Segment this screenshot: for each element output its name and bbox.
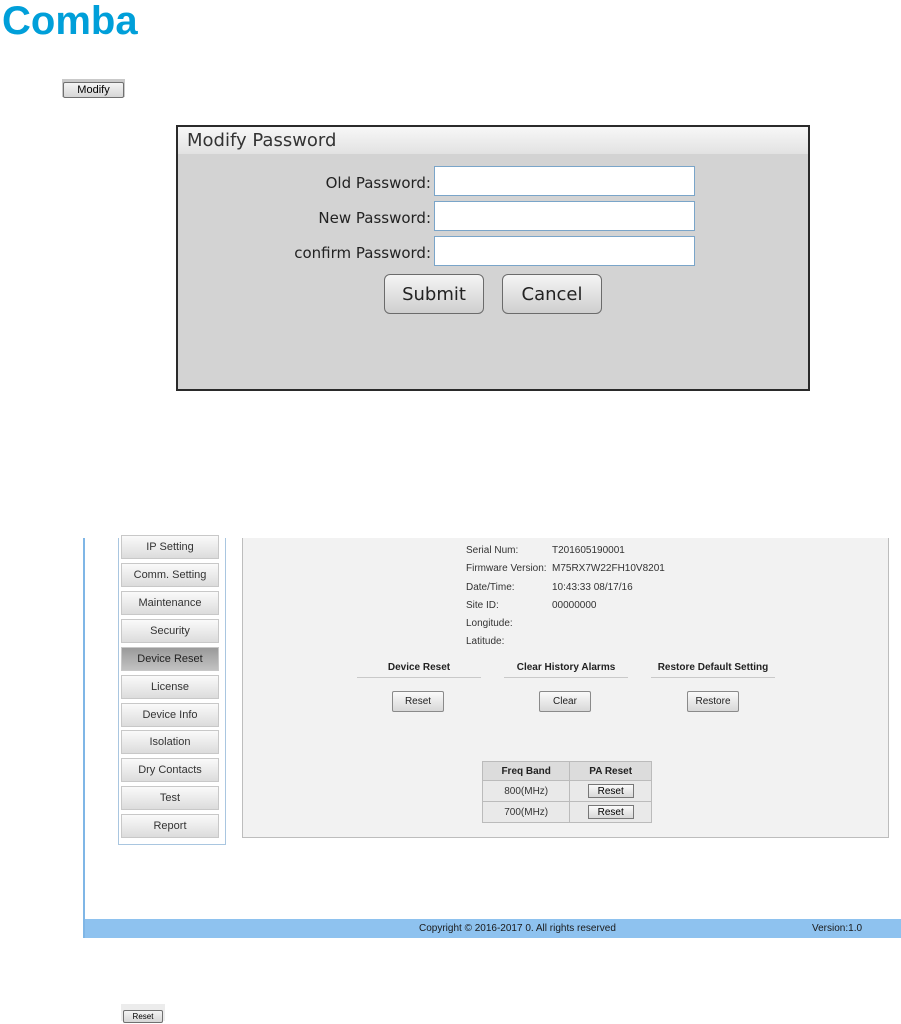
pa-reset-header: PA Reset	[569, 761, 652, 781]
site-id-label: Site ID:	[466, 600, 499, 611]
sidebar-item-comm-setting[interactable]: Comm. Setting	[121, 563, 219, 587]
restore-default-heading: Restore Default Setting	[651, 662, 775, 678]
table-header-row: Freq Band PA Reset	[481, 761, 652, 781]
pa-reset-800-button[interactable]: Reset	[587, 784, 634, 798]
submit-button[interactable]: Submit	[384, 274, 484, 314]
footer-bar: Copyright © 2016-2017 0. All rights rese…	[85, 919, 901, 938]
restore-default-button[interactable]: Restore	[687, 691, 739, 712]
freq-band-cell: 700(MHz)	[481, 801, 571, 823]
reset-button[interactable]: Reset	[123, 1010, 163, 1023]
version-text: Version:1.0	[812, 923, 863, 934]
table-row: 700(MHz) Reset	[481, 801, 652, 823]
modify-button-frame: Modify	[62, 79, 125, 98]
modify-password-dialog: Modify Password Old Password: New Passwo…	[176, 125, 810, 391]
sidebar-item-ip-setting[interactable]: IP Setting	[121, 535, 219, 559]
serial-num-value: T201605190001	[552, 545, 625, 556]
sidebar-item-device-info[interactable]: Device Info	[121, 703, 219, 727]
pa-reset-table: Freq Band PA Reset 800(MHz) Reset 700(MH…	[481, 761, 652, 823]
old-password-input[interactable]	[434, 166, 695, 196]
device-web-ui: IP Setting Comm. Setting Maintenance Sec…	[83, 535, 901, 938]
freq-band-header: Freq Band	[481, 761, 571, 781]
firmware-version-value: M75RX7W22FH10V8201	[552, 563, 665, 574]
sidebar-item-security[interactable]: Security	[121, 619, 219, 643]
new-password-input[interactable]	[434, 201, 695, 231]
sidebar-item-maintenance[interactable]: Maintenance	[121, 591, 219, 615]
latitude-label: Latitude:	[466, 636, 505, 647]
freq-band-cell: 800(MHz)	[481, 780, 571, 802]
sidebar-menu: IP Setting Comm. Setting Maintenance Sec…	[118, 535, 226, 845]
table-row: 800(MHz) Reset	[481, 780, 652, 802]
sidebar-item-report[interactable]: Report	[121, 814, 219, 838]
site-id-value: 00000000	[552, 600, 597, 611]
pa-reset-cell: Reset	[569, 780, 652, 802]
cancel-button[interactable]: Cancel	[502, 274, 602, 314]
old-password-label: Old Password:	[325, 174, 431, 192]
longitude-label: Longitude:	[466, 618, 513, 629]
sidebar-item-device-reset[interactable]: Device Reset	[121, 647, 219, 671]
sidebar-item-dry-contacts[interactable]: Dry Contacts	[121, 758, 219, 782]
date-time-value: 10:43:33 08/17/16	[552, 582, 633, 593]
sidebar-item-license[interactable]: License	[121, 675, 219, 699]
firmware-version-label: Firmware Version:	[466, 563, 547, 574]
comba-logo: Comba	[2, 0, 138, 43]
dialog-title: Modify Password	[187, 130, 337, 151]
serial-num-label: Serial Num:	[466, 545, 519, 556]
dialog-header: Modify Password	[178, 127, 808, 154]
date-time-label: Date/Time:	[466, 582, 515, 593]
logo-text: Comba	[2, 0, 138, 43]
device-reset-heading: Device Reset	[357, 662, 481, 678]
pa-reset-700-button[interactable]: Reset	[587, 805, 634, 819]
reset-button-frame: Reset	[121, 1004, 165, 1023]
clear-history-alarms-button[interactable]: Clear	[539, 691, 591, 712]
confirm-password-input[interactable]	[434, 236, 695, 266]
new-password-label: New Password:	[318, 209, 431, 227]
sidebar-item-test[interactable]: Test	[121, 786, 219, 810]
modify-button[interactable]: Modify	[63, 82, 124, 98]
copyright-text: Copyright © 2016-2017 0. All rights rese…	[419, 923, 616, 934]
device-reset-panel: Serial Num: T201605190001 Firmware Versi…	[242, 538, 889, 838]
clear-history-alarms-heading: Clear History Alarms	[504, 662, 628, 678]
device-reset-button[interactable]: Reset	[392, 691, 444, 712]
sidebar-item-isolation[interactable]: Isolation	[121, 730, 219, 754]
pa-reset-cell: Reset	[569, 801, 652, 823]
confirm-password-label: confirm Password:	[294, 244, 431, 262]
